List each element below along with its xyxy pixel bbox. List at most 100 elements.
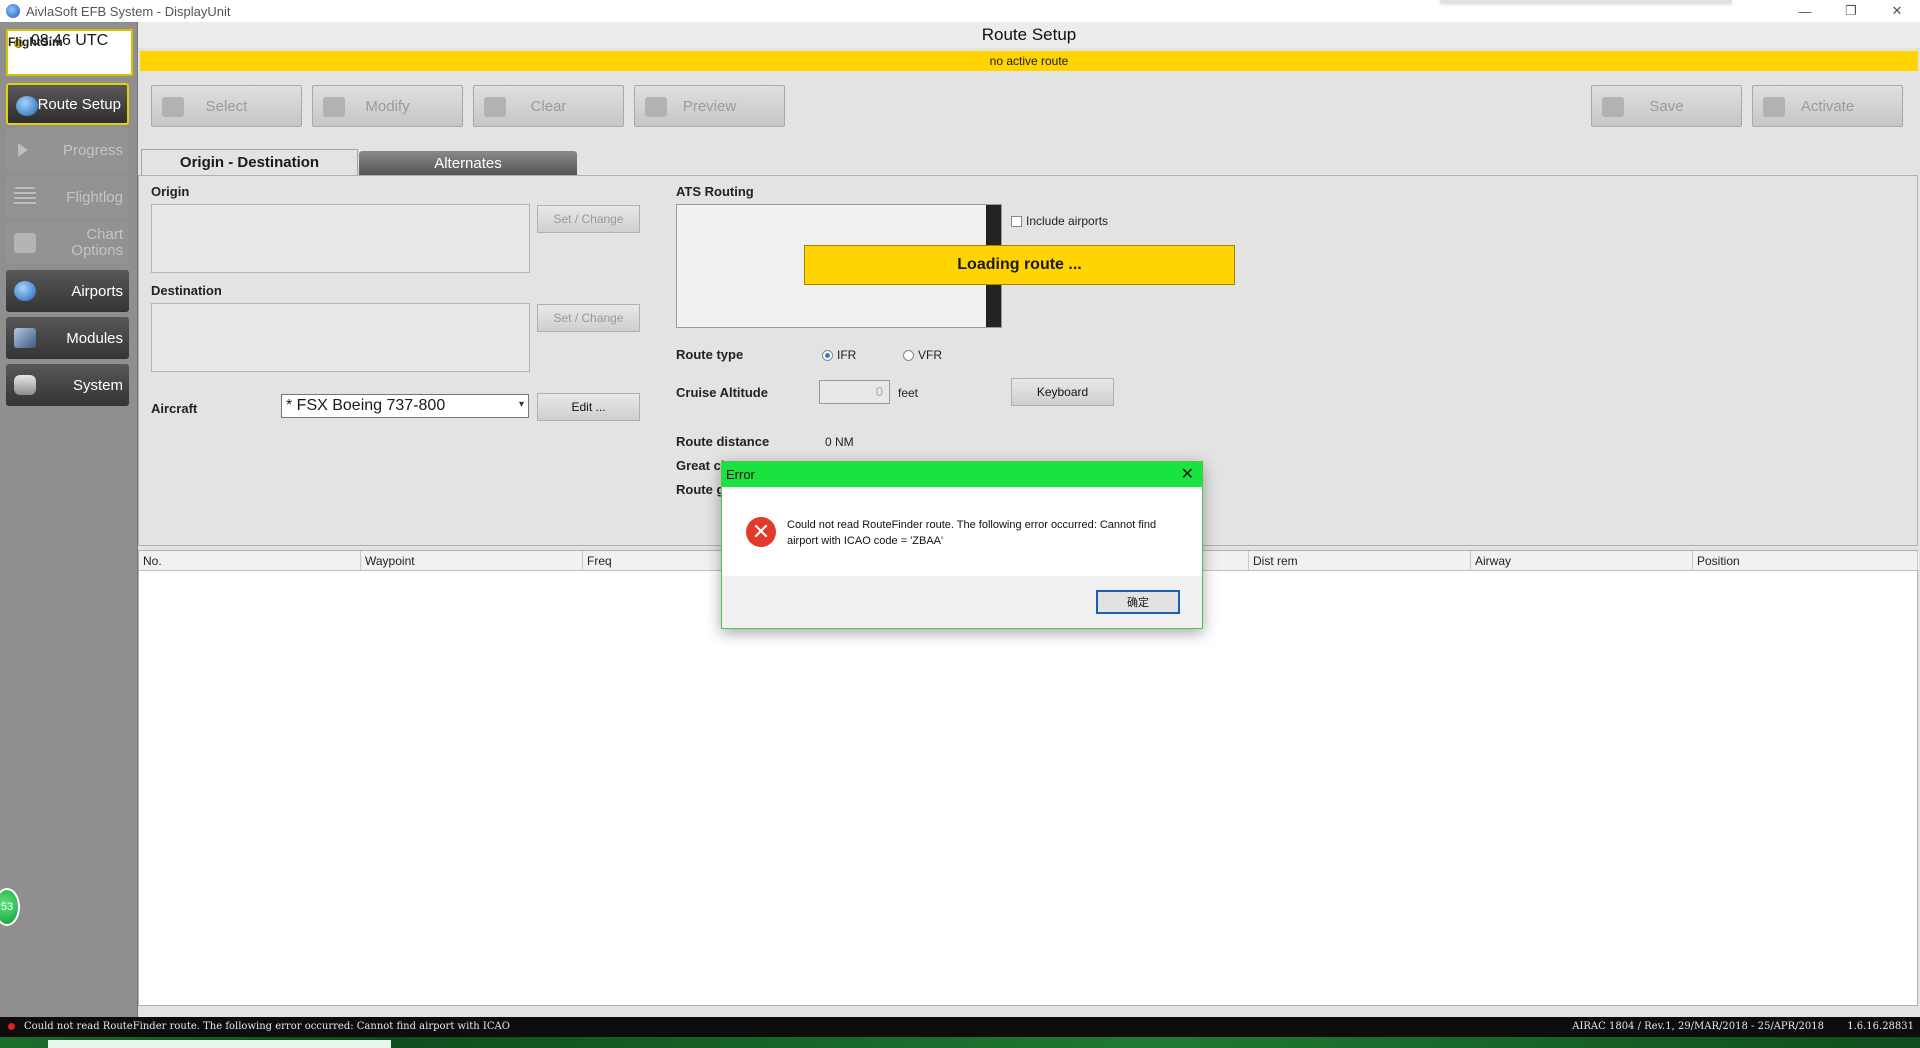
nav-label: System (72, 376, 123, 394)
great-circle-label: Great ci (676, 458, 725, 473)
taskbar-window-preview (48, 1040, 391, 1048)
aircraft-edit-button[interactable]: Edit ... (537, 393, 640, 421)
version-info: 1.6.16.28831 (1847, 1021, 1914, 1032)
route-status-banner: no active route (140, 51, 1918, 71)
activate-button[interactable]: Activate (1752, 85, 1903, 127)
ifr-radio[interactable] (822, 350, 833, 361)
preview-magnifier-icon (645, 97, 667, 117)
destination-set-change-button[interactable]: Set / Change (537, 304, 640, 332)
clear-button[interactable]: Clear (473, 85, 624, 127)
ats-routing-label: ATS Routing (676, 184, 754, 199)
modify-grid-icon (323, 97, 345, 117)
cruise-altitude-input[interactable]: 0 (819, 380, 890, 404)
page-title: Route Setup (138, 22, 1920, 48)
route-gain-label: Route g (676, 482, 725, 497)
clock-label: FlightSim (8, 35, 63, 49)
column-no[interactable]: No. (139, 551, 361, 571)
save-disk-icon (1602, 97, 1624, 117)
modify-button[interactable]: Modify (312, 85, 463, 127)
log-grid-icon (14, 187, 36, 207)
route-distance-label: Route distance (676, 434, 770, 449)
play-icon (14, 140, 36, 160)
status-bar: Could not read RouteFinder route. The fo… (0, 1017, 1920, 1037)
nav-airports[interactable]: Airports (6, 270, 129, 312)
include-airports-checkbox[interactable] (1011, 216, 1022, 227)
aircraft-select[interactable]: * FSX Boeing 737-800 ▾ (281, 394, 529, 418)
dialog-title: Error (722, 462, 1202, 487)
nav-system[interactable]: System (6, 364, 129, 406)
save-label: Save (1649, 97, 1684, 115)
globe-icon (16, 96, 38, 116)
route-type-label: Route type (676, 347, 744, 362)
nav-label: Chart Options (71, 226, 123, 259)
airac-info: AIRAC 1804 / Rev.1, 29/MAR/2018 - 25/APR… (1572, 1021, 1824, 1032)
dialog-close-icon[interactable]: ✕ (1181, 464, 1194, 484)
clear-label: Clear (530, 97, 567, 115)
origin-label: Origin (151, 184, 190, 199)
window-titlebar: AivlaSoft EFB System - DisplayUnit — ❐ ✕ (0, 0, 1920, 22)
taskbar-strip (0, 1037, 1920, 1048)
route-distance-value: 0 NM (825, 435, 854, 449)
minimize-icon[interactable]: — (1782, 0, 1828, 22)
preview-button[interactable]: Preview (634, 85, 785, 127)
close-icon[interactable]: ✕ (1874, 0, 1920, 22)
chevron-down-icon: ▾ (518, 399, 524, 410)
include-airports-label: Include airports (1026, 214, 1109, 228)
window-title: AivlaSoft EFB System - DisplayUnit (26, 3, 231, 19)
origin-set-change-button[interactable]: Set / Change (537, 205, 640, 233)
destination-field (151, 303, 530, 372)
destination-label: Destination (151, 283, 222, 298)
sim-clock: FlightSim 08:46 UTC (6, 29, 133, 76)
nav-label: Airports (71, 282, 123, 300)
column-position[interactable]: Position (1693, 551, 1918, 571)
nav-flightlog[interactable]: Flightlog (6, 176, 129, 218)
nav-label: Route Setup (37, 95, 121, 113)
nav-progress[interactable]: Progress (6, 129, 129, 171)
globe-icon (14, 281, 36, 301)
preview-label: Preview (682, 97, 737, 115)
restore-icon[interactable]: ❐ (1828, 0, 1874, 22)
nav-chart-options[interactable]: Chart Options (6, 222, 129, 264)
dialog-message: Could not read RouteFinder route. The fo… (787, 519, 1157, 547)
loading-route-banner: Loading route ... (804, 245, 1235, 285)
keyboard-button[interactable]: Keyboard (1011, 378, 1114, 406)
cruise-altitude-label: Cruise Altitude (676, 385, 768, 400)
activate-play-icon (1763, 97, 1785, 117)
select-label: Select (205, 97, 248, 115)
aircraft-label: Aircraft (151, 401, 198, 416)
nav-route-setup[interactable]: Route Setup (6, 83, 129, 125)
tab-alternates[interactable]: Alternates (359, 151, 577, 175)
activate-label: Activate (1800, 97, 1855, 115)
side-counter-badge[interactable]: 53 (0, 888, 20, 926)
modules-box-icon (14, 328, 36, 348)
select-search-icon (162, 97, 184, 117)
origin-field (151, 204, 530, 273)
column-airway[interactable]: Airway (1471, 551, 1693, 571)
save-button[interactable]: Save (1591, 85, 1742, 127)
window-controls: — ❐ ✕ (1782, 0, 1920, 22)
vfr-label: VFR (918, 348, 942, 362)
vfr-radio[interactable] (903, 350, 914, 361)
nav-label: Modules (66, 329, 123, 347)
dialog-ok-button[interactable]: 确定 (1096, 590, 1180, 614)
chart-document-icon (14, 233, 36, 253)
aircraft-value: * FSX Boeing 737-800 (286, 397, 446, 414)
database-icon (14, 375, 36, 395)
nav-label: Flightlog (66, 188, 123, 206)
modify-label: Modify (365, 97, 410, 115)
error-icon: ✕ (746, 517, 776, 547)
status-message: Could not read RouteFinder route. The fo… (24, 1021, 510, 1032)
error-dialog: Error ✕ ✕ Could not read RouteFinder rou… (721, 461, 1203, 629)
nav-label: Progress (62, 141, 123, 159)
sidebar: FlightSim 08:46 UTC Route Setup Progress… (0, 22, 138, 1025)
nav-modules[interactable]: Modules (6, 317, 129, 359)
clear-clipboard-icon (484, 97, 506, 117)
column-dist-rem[interactable]: Dist rem (1249, 551, 1471, 571)
error-status-icon (8, 1023, 15, 1030)
feet-unit: feet (898, 386, 919, 400)
column-waypoint[interactable]: Waypoint (361, 551, 583, 571)
select-button[interactable]: Select (151, 85, 302, 127)
floating-window-edge (1440, 0, 1732, 3)
tab-origin-destination[interactable]: Origin - Destination (141, 149, 358, 175)
ifr-label: IFR (837, 348, 857, 362)
